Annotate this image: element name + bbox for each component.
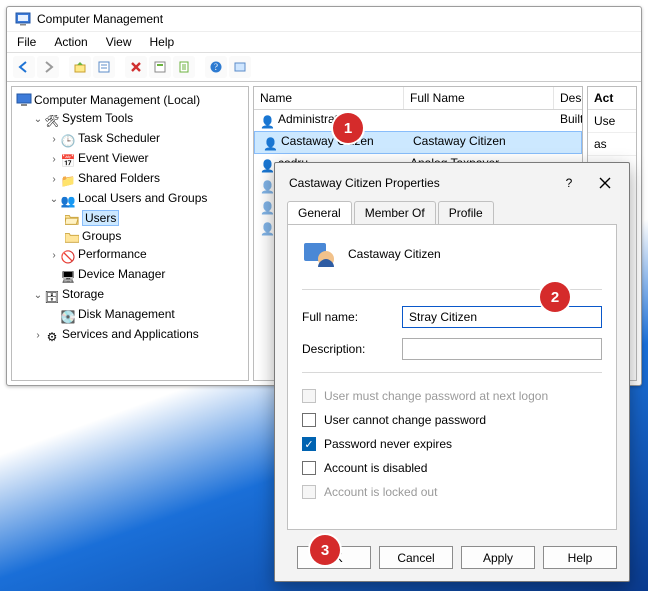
tree-local-users-groups[interactable]: ⌄👥Local Users and Groups Users Groups xyxy=(48,189,246,245)
chevron-down-icon[interactable]: ⌄ xyxy=(32,111,44,129)
annotation-badge-1: 1 xyxy=(333,113,363,143)
window-title: Computer Management xyxy=(37,12,163,26)
check-must-change: User must change password at next logon xyxy=(302,389,602,403)
back-button[interactable] xyxy=(13,56,35,78)
list-item[interactable]: 👤Administrator Built-in account f xyxy=(254,110,582,131)
annotation-badge-2: 2 xyxy=(540,282,570,312)
help-button[interactable]: Help xyxy=(543,546,617,569)
tree-services-applications[interactable]: ›⚙Services and Applications xyxy=(32,325,246,345)
listview-header: Name Full Name Description xyxy=(254,87,582,110)
tree-system-tools[interactable]: ⌄🛠System Tools ›🕒Task Scheduler ›📅Event … xyxy=(32,109,246,285)
chevron-down-icon[interactable]: ⌄ xyxy=(48,191,60,209)
tab-general[interactable]: General xyxy=(287,201,352,224)
actions-row[interactable]: as xyxy=(588,133,636,156)
check-never-expires[interactable]: ✓ Password never expires xyxy=(302,437,602,451)
tree-performance[interactable]: ›🚫Performance xyxy=(48,245,246,265)
check-account-locked: Account is locked out xyxy=(302,485,602,499)
description-label: Description: xyxy=(302,342,392,356)
chevron-down-icon[interactable]: ⌄ xyxy=(32,287,44,305)
tree-shared-folders[interactable]: ›📁Shared Folders xyxy=(48,169,246,189)
description-input[interactable] xyxy=(402,338,602,360)
divider xyxy=(302,372,602,373)
tree-disk-management[interactable]: 💽Disk Management xyxy=(48,305,246,325)
user-icon: 👤 xyxy=(260,115,276,129)
check-cannot-change[interactable]: User cannot change password xyxy=(302,413,602,427)
delete-button[interactable] xyxy=(125,56,147,78)
chevron-right-icon[interactable]: › xyxy=(32,327,44,345)
storage-icon: 🗄 xyxy=(44,288,60,302)
chevron-right-icon[interactable]: › xyxy=(48,131,60,149)
help-icon[interactable]: ? xyxy=(555,173,583,193)
tree-groups[interactable]: Groups xyxy=(64,227,246,245)
help-button[interactable]: ? xyxy=(205,56,227,78)
window-titlebar[interactable]: Computer Management xyxy=(7,7,641,31)
users-icon: 👥 xyxy=(60,192,76,206)
check-account-disabled[interactable]: Account is disabled xyxy=(302,461,602,475)
refresh-list-button[interactable] xyxy=(149,56,171,78)
up-button[interactable] xyxy=(69,56,91,78)
properties-button[interactable] xyxy=(93,56,115,78)
user-avatar-icon xyxy=(302,237,336,271)
checkbox-checked-icon[interactable]: ✓ xyxy=(302,437,316,451)
share-icon: 📁 xyxy=(60,172,76,186)
checkbox-icon[interactable] xyxy=(302,461,316,475)
column-description[interactable]: Description xyxy=(554,87,583,109)
show-hide-button[interactable] xyxy=(229,56,251,78)
annotation-badge-3: 3 xyxy=(310,535,340,565)
actions-header: Act xyxy=(588,87,636,110)
tab-profile[interactable]: Profile xyxy=(438,201,494,224)
device-icon: 🖥 xyxy=(60,268,76,282)
tree-storage[interactable]: ⌄🗄Storage 💽Disk Management xyxy=(32,285,246,325)
fullname-input[interactable] xyxy=(402,306,602,328)
services-icon: ⚙ xyxy=(44,328,60,342)
export-button[interactable] xyxy=(173,56,195,78)
tools-icon: 🛠 xyxy=(44,112,60,126)
folder-open-icon xyxy=(64,212,80,226)
tree-task-scheduler[interactable]: ›🕒Task Scheduler xyxy=(48,129,246,149)
menu-view[interactable]: View xyxy=(106,35,132,49)
dialog-tabstrip: General Member Of Profile xyxy=(275,201,629,224)
dialog-title: Castaway Citizen Properties xyxy=(289,176,440,190)
app-icon xyxy=(15,11,31,27)
tree-users-label: Users xyxy=(82,210,119,226)
user-icon: 👤 xyxy=(263,137,279,151)
navigation-tree[interactable]: Computer Management (Local) ⌄🛠System Too… xyxy=(11,86,249,381)
menu-action[interactable]: Action xyxy=(54,35,87,49)
checkbox-icon xyxy=(302,485,316,499)
cancel-button[interactable]: Cancel xyxy=(379,546,453,569)
chevron-right-icon[interactable]: › xyxy=(48,247,60,265)
svg-text:?: ? xyxy=(214,62,218,72)
tree-users[interactable]: Users xyxy=(64,209,246,227)
disk-icon: 💽 xyxy=(60,308,76,322)
close-icon[interactable] xyxy=(591,173,619,193)
event-icon: 📅 xyxy=(60,152,76,166)
clock-icon: 🕒 xyxy=(60,132,76,146)
performance-icon: 🚫 xyxy=(60,248,76,262)
apply-button[interactable]: Apply xyxy=(461,546,535,569)
menu-bar: File Action View Help xyxy=(7,31,641,53)
tree-device-manager[interactable]: 🖥Device Manager xyxy=(48,265,246,285)
tree-event-viewer[interactable]: ›📅Event Viewer xyxy=(48,149,246,169)
toolbar: ? xyxy=(7,53,641,82)
column-name[interactable]: Name xyxy=(254,87,404,109)
chevron-right-icon[interactable]: › xyxy=(48,151,60,169)
column-fullname[interactable]: Full Name xyxy=(404,87,554,109)
dialog-user-name: Castaway Citizen xyxy=(348,247,441,261)
fullname-label: Full name: xyxy=(302,310,392,324)
forward-button[interactable] xyxy=(37,56,59,78)
menu-file[interactable]: File xyxy=(17,35,36,49)
checkbox-icon[interactable] xyxy=(302,413,316,427)
tree-root[interactable]: Computer Management (Local) ⌄🛠System Too… xyxy=(16,91,246,345)
list-item[interactable]: 👤Castaway Citizen Castaway Citizen xyxy=(254,131,582,154)
checkbox-icon xyxy=(302,389,316,403)
folder-icon xyxy=(64,230,80,244)
tab-panel-general: Castaway Citizen Full name: Description:… xyxy=(287,224,617,530)
user-properties-dialog: Castaway Citizen Properties ? General Me… xyxy=(274,162,630,582)
menu-help[interactable]: Help xyxy=(150,35,175,49)
actions-row[interactable]: Use xyxy=(588,110,636,133)
dialog-titlebar[interactable]: Castaway Citizen Properties ? xyxy=(275,163,629,201)
computer-icon xyxy=(16,93,32,107)
chevron-right-icon[interactable]: › xyxy=(48,171,60,189)
tab-memberof[interactable]: Member Of xyxy=(354,201,436,224)
